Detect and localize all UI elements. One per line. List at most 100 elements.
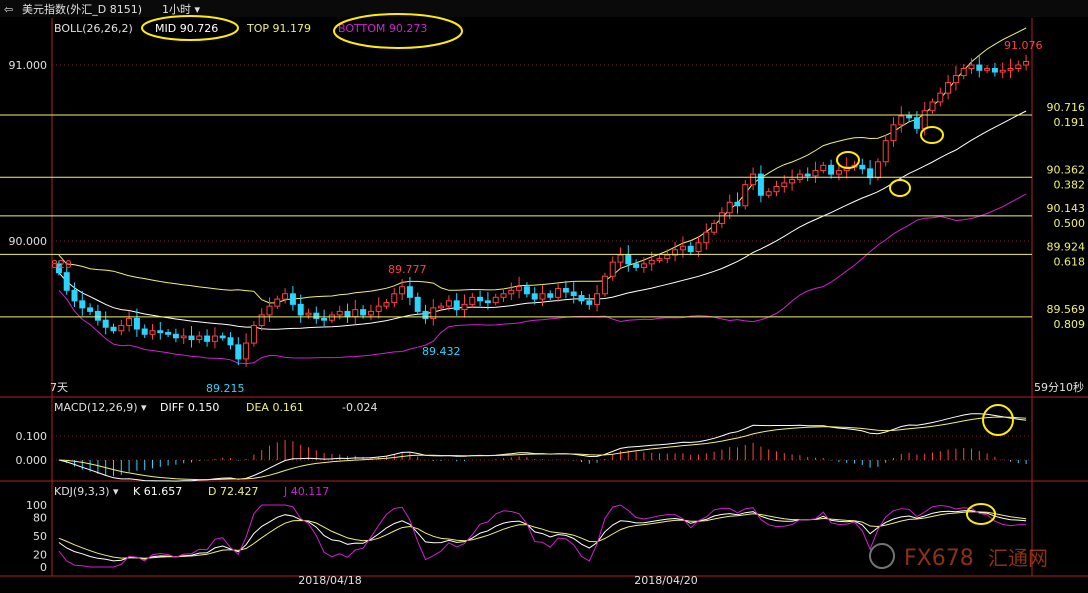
- candle-body: [149, 330, 156, 335]
- candle-body: [360, 309, 367, 316]
- candle-body: [165, 332, 172, 335]
- macd-tick-label: 0.000: [16, 454, 48, 467]
- price-annotation: 820: [51, 258, 72, 271]
- boll-mid-value: MID 90.726: [155, 22, 218, 35]
- kdj-tick-label: 100: [26, 499, 47, 512]
- candle-body: [804, 173, 811, 177]
- candle-body: [250, 324, 257, 344]
- countdown-label: 59分10秒: [1034, 380, 1084, 394]
- boll-top-value: TOP 91.179: [246, 22, 311, 35]
- candle-body: [820, 164, 827, 172]
- candle-body: [921, 110, 928, 129]
- candle-body: [999, 69, 1006, 73]
- candle-body: [282, 293, 289, 300]
- boll-bottom-value: BOTTOM 90.273: [338, 22, 427, 35]
- fib-price-label: 90.362: [1047, 163, 1086, 176]
- fib-price-label: 89.569: [1047, 303, 1086, 316]
- candle-body: [867, 168, 874, 179]
- macd-hist-value: -0.024: [342, 401, 377, 414]
- kdj-d-line: [58, 511, 1027, 559]
- candle-body: [126, 317, 133, 326]
- candle-body: [328, 314, 335, 321]
- price-annotation-high: 91.076: [1004, 39, 1043, 52]
- candle-body: [484, 300, 491, 304]
- x-tick-label: 2018/04/20: [634, 574, 697, 587]
- candle-body: [898, 115, 905, 126]
- candle-body: [750, 173, 757, 186]
- candle-body: [500, 293, 507, 298]
- candle-body: [422, 310, 429, 319]
- candle-body: [617, 254, 624, 263]
- candle-body: [469, 296, 476, 305]
- watermark-cn: 汇通网: [988, 546, 1048, 570]
- candle-body: [968, 64, 975, 70]
- candle-body: [718, 212, 725, 224]
- candle-body: [102, 319, 109, 328]
- candle-body: [679, 245, 686, 251]
- candle-body: [414, 296, 421, 312]
- candle-body: [765, 191, 772, 196]
- candle-body: [984, 68, 991, 71]
- candle-body: [609, 261, 616, 277]
- price-annotation: 89.432: [422, 345, 461, 358]
- candle-body: [773, 185, 780, 193]
- fib-ratio-label: 0.191: [1054, 116, 1086, 129]
- candle-body: [305, 312, 312, 316]
- candle-body: [399, 286, 406, 295]
- kdj-tick-label: 20: [33, 549, 47, 562]
- candle-body: [94, 310, 101, 321]
- candle-body: [952, 75, 959, 84]
- timeframe-tag: 7天: [50, 381, 68, 394]
- candle-body: [274, 298, 281, 307]
- window-title: 美元指数(外汇_D 8151): [22, 2, 142, 16]
- candle-body: [586, 300, 593, 305]
- candle-body: [313, 312, 320, 319]
- candle-body: [640, 263, 647, 268]
- kdj-j-line: [58, 504, 1027, 568]
- kdj-tick-label: 50: [33, 530, 47, 543]
- candle-body: [523, 286, 530, 295]
- candle-body: [711, 222, 718, 233]
- boll-name: BOLL(26,26,2): [54, 22, 133, 35]
- candle-body: [991, 68, 998, 73]
- candle-body: [367, 310, 374, 316]
- candle-body: [336, 310, 343, 316]
- candle-body: [601, 275, 608, 295]
- boll-top-line: [58, 27, 1027, 304]
- kdj-name: KDJ(9,3,3) ▾: [54, 485, 119, 498]
- candle-body: [828, 164, 835, 175]
- candle-body: [219, 335, 226, 339]
- candle-body: [648, 259, 655, 265]
- candle-body: [890, 124, 897, 142]
- price-annotation: 89.777: [388, 263, 427, 276]
- candle-body: [438, 305, 445, 309]
- macd-diff: DIFF 0.150: [160, 401, 219, 414]
- back-icon: ⇦: [4, 3, 13, 16]
- kdj-j: J 40.117: [283, 485, 329, 498]
- candle-body: [570, 291, 577, 297]
- candle-body: [87, 307, 94, 312]
- x-tick-label: 2018/04/18: [298, 574, 361, 587]
- candle-body: [929, 101, 936, 112]
- kdj-k-line: [58, 510, 1027, 562]
- candle-body: [211, 335, 218, 342]
- candle-body: [695, 242, 702, 253]
- candle-body: [781, 182, 788, 187]
- candle-body: [157, 330, 164, 334]
- candle-body: [289, 293, 296, 305]
- candle-body: [656, 258, 663, 261]
- candle-body: [492, 296, 499, 304]
- candle-body: [383, 302, 390, 307]
- candle-body: [547, 293, 554, 298]
- candle-body: [578, 295, 585, 302]
- candle-body: [789, 178, 796, 184]
- candle-body: [71, 289, 78, 302]
- candle-body: [539, 293, 546, 300]
- candle-body: [266, 305, 273, 316]
- candle-body: [110, 326, 117, 332]
- candle-body: [734, 201, 741, 207]
- candle-body: [243, 342, 250, 360]
- candle-body: [1007, 68, 1014, 71]
- candle-body: [391, 293, 398, 304]
- chart-window: ⇦ 美元指数(外汇_D 8151) 1小时 ▾ 91.000 90.000 90.716 0…: [0, 0, 1088, 593]
